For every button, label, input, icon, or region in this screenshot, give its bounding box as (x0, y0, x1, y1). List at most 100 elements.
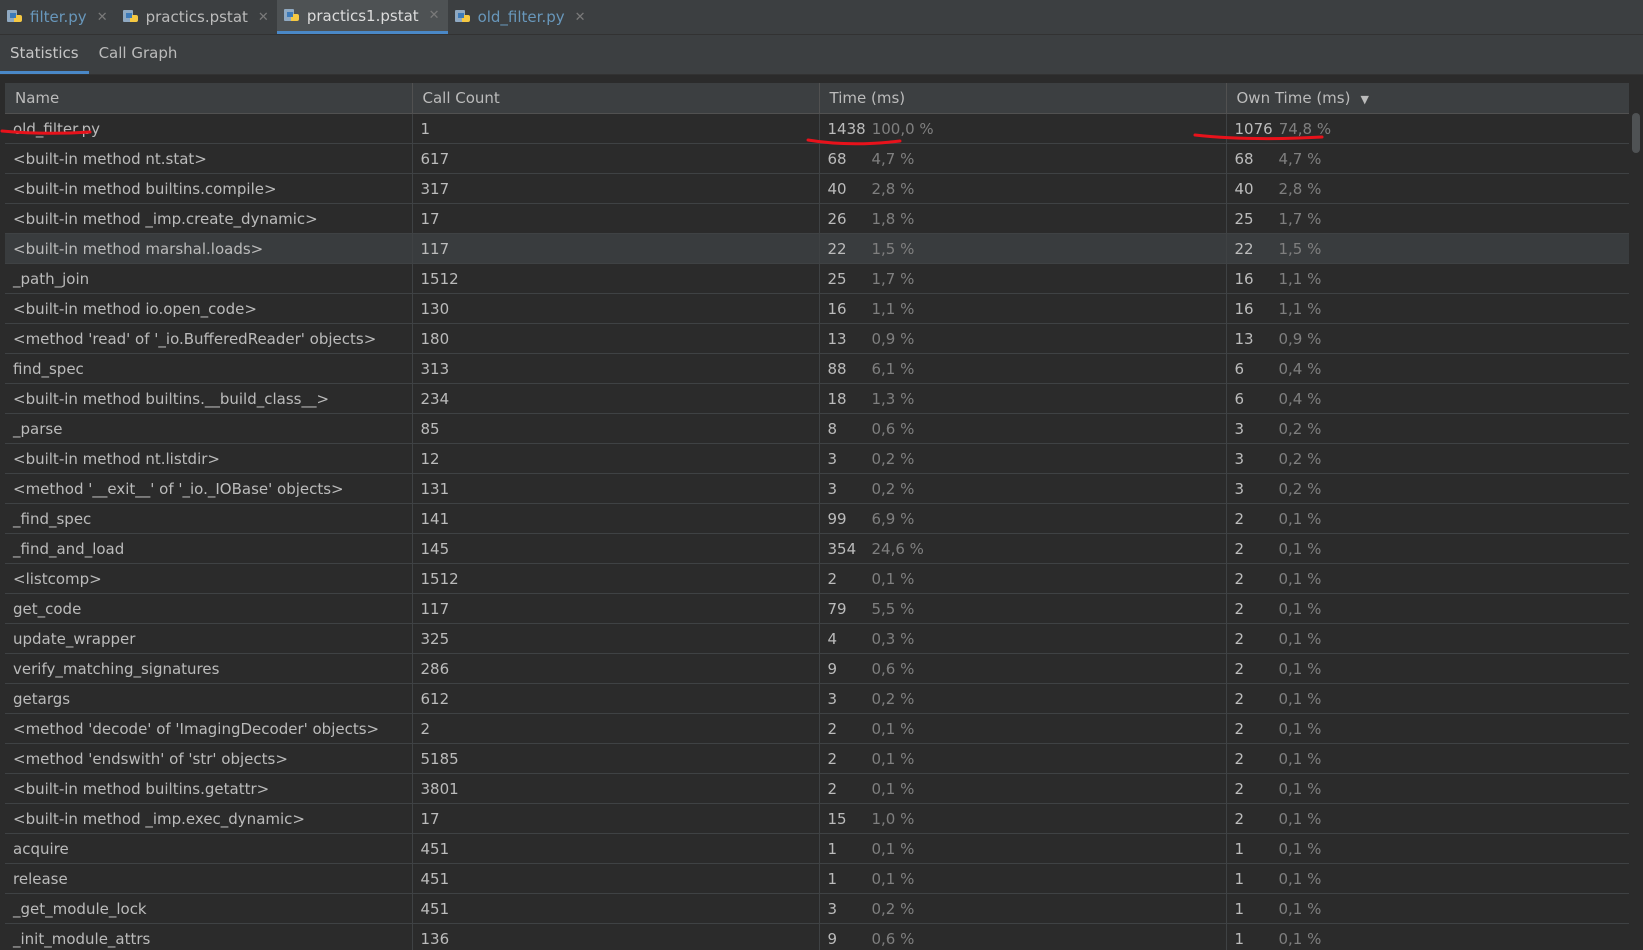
cell-time: 2 0,1 % (819, 743, 1227, 774)
own-time-value: 3 (1234, 449, 1245, 468)
cell-call-count: 234 (412, 383, 820, 414)
cell-call-count: 1512 (412, 263, 820, 294)
own-time-percent: 0,1 % (1278, 659, 1322, 678)
time-value: 3 (827, 479, 838, 498)
own-time-value: 2 (1234, 569, 1245, 588)
cell-name: _find_spec (5, 503, 413, 534)
cell-name: <method 'decode' of 'ImagingDecoder' obj… (5, 713, 413, 744)
table-row[interactable]: <built-in method nt.stat> 617 68 4,7 % 68 4,7… (5, 143, 1635, 174)
table-row[interactable]: <built-in method _imp.exec_dynamic> 17 15 1… (5, 803, 1635, 834)
table-row[interactable]: release 451 1 0,1 % 1 0,1 % (5, 863, 1635, 894)
close-icon[interactable]: ✕ (97, 10, 108, 25)
table-row[interactable]: <method 'endswith' of 'str' objects> 5185… (5, 743, 1635, 774)
cell-call-count: 5185 (412, 743, 820, 774)
tab-statistics[interactable]: Statistics (0, 35, 89, 74)
table-row[interactable]: <built-in method io.open_code> 130 16 1,1 %… (5, 293, 1635, 324)
column-header-call-count[interactable]: Call Count (412, 83, 820, 114)
time-percent: 1,5 % (871, 239, 915, 258)
own-time-value: 2 (1234, 779, 1245, 798)
close-icon[interactable]: ✕ (429, 8, 440, 23)
cell-own-time: 6 0,4 % (1226, 383, 1635, 414)
table-row[interactable]: <built-in method _imp.create_dynamic> 17 2… (5, 203, 1635, 234)
cell-call-count: 131 (412, 473, 820, 504)
table-row[interactable]: <listcomp> 1512 2 0,1 % 2 0,1 % (5, 563, 1635, 594)
table-row[interactable]: getargs 612 3 0,2 % 2 0,1 % (5, 683, 1635, 714)
cell-time: 13 0,9 % (819, 323, 1227, 354)
time-value: 2 (827, 779, 838, 798)
tab-label: old_filter.py (477, 8, 565, 26)
time-percent: 0,6 % (871, 659, 915, 678)
table-row[interactable]: verify_matching_signatures 286 9 0,6 % 2 0,1 … (5, 653, 1635, 684)
time-percent: 100,0 % (871, 119, 934, 138)
close-icon[interactable]: ✕ (258, 10, 269, 25)
cell-time: 1438 100,0 % (819, 113, 1227, 144)
cell-time: 3 0,2 % (819, 443, 1227, 474)
editor-tab-bar: filter.py ✕ practics.pstat ✕ practics1.pstat… (0, 0, 1643, 35)
table-row[interactable]: <built-in method builtins.compile> 317 40 2… (5, 173, 1635, 204)
table-row[interactable]: _init_module_attrs 136 9 0,6 % 1 0,1 % (5, 923, 1635, 950)
cell-call-count: 141 (412, 503, 820, 534)
own-time-percent: 0,2 % (1278, 449, 1322, 468)
time-value: 1438 (827, 119, 866, 138)
cell-time: 2 0,1 % (819, 713, 1227, 744)
table-row[interactable]: <method '__exit__' of '_io._IOBase' obje… (5, 473, 1635, 504)
table-row[interactable]: find_spec 313 88 6,1 % 6 0,4 % (5, 353, 1635, 384)
own-time-value: 16 (1234, 269, 1254, 288)
own-time-percent: 0,1 % (1278, 719, 1322, 738)
cell-call-count: 180 (412, 323, 820, 354)
column-header-name[interactable]: Name (5, 83, 413, 114)
tab-call-graph[interactable]: Call Graph (89, 35, 188, 74)
cell-name: <built-in method nt.listdir> (5, 443, 413, 474)
table-row[interactable]: _path_join 1512 25 1,7 % 16 1,1 % (5, 263, 1635, 294)
cell-call-count: 130 (412, 293, 820, 324)
table-row[interactable]: <method 'decode' of 'ImagingDecoder' obj… (5, 713, 1635, 744)
table-row[interactable]: _get_module_lock 451 3 0,2 % 1 0,1 % (5, 893, 1635, 924)
editor-tab-practics1-pstat[interactable]: practics1.pstat ✕ (276, 0, 448, 34)
own-time-value: 2 (1234, 509, 1245, 528)
cell-own-time: 68 4,7 % (1226, 143, 1635, 174)
table-row[interactable]: <method 'read' of '_io.BufferedReader' o… (5, 323, 1635, 354)
table-row[interactable]: _parse 85 8 0,6 % 3 0,2 % (5, 413, 1635, 444)
table-row[interactable]: <built-in method builtins.getattr> 3801 2 0… (5, 773, 1635, 804)
editor-tab-practics-pstat[interactable]: practics.pstat ✕ (116, 0, 277, 34)
table-row[interactable]: get_code 117 79 5,5 % 2 0,1 % (5, 593, 1635, 624)
time-percent: 0,2 % (871, 899, 915, 918)
scrollbar-thumb[interactable] (1632, 113, 1640, 153)
table-row[interactable]: _find_spec 141 99 6,9 % 2 0,1 % (5, 503, 1635, 534)
time-value: 2 (827, 719, 838, 738)
table-row[interactable]: _find_and_load 145 354 24,6 % 2 0,1 % (5, 533, 1635, 564)
own-time-value: 1 (1234, 899, 1245, 918)
time-value: 26 (827, 209, 847, 228)
close-icon[interactable]: ✕ (575, 10, 586, 25)
time-percent: 0,1 % (871, 749, 915, 768)
time-percent: 6,1 % (871, 359, 915, 378)
own-time-percent: 1,1 % (1278, 299, 1322, 318)
table-row[interactable]: <built-in method marshal.loads> 117 22 1,5 … (5, 233, 1635, 264)
table-row[interactable]: <built-in method nt.listdir> 12 3 0,2 % 3 0,2… (5, 443, 1635, 474)
own-time-value: 2 (1234, 749, 1245, 768)
cell-call-count: 451 (412, 833, 820, 864)
table-row[interactable]: <built-in method builtins.__build_class_… (5, 383, 1635, 414)
table-row[interactable]: acquire 451 1 0,1 % 1 0,1 % (5, 833, 1635, 864)
cell-time: 2 0,1 % (819, 563, 1227, 594)
vertical-scrollbar[interactable] (1629, 83, 1643, 950)
cell-call-count: 136 (412, 923, 820, 950)
time-percent: 1,7 % (871, 269, 915, 288)
own-time-value: 3 (1234, 479, 1245, 498)
cell-name: _get_module_lock (5, 893, 413, 924)
editor-tab-filter-py[interactable]: filter.py ✕ (0, 0, 116, 34)
column-header-time[interactable]: Time (ms) (819, 83, 1227, 114)
time-value: 3 (827, 449, 838, 468)
table-row[interactable]: old_filter.py 1 1438 100,0 % 1076 74,8 % (5, 113, 1635, 144)
editor-tab-old_filter-py[interactable]: old_filter.py ✕ (448, 0, 594, 34)
table-row[interactable]: update_wrapper 325 4 0,3 % 2 0,1 % (5, 623, 1635, 654)
column-header-own-time[interactable]: Own Time (ms) ▼ (1226, 83, 1635, 114)
cell-time: 4 0,3 % (819, 623, 1227, 654)
own-time-percent: 0,1 % (1278, 929, 1322, 948)
time-value: 8 (827, 419, 838, 438)
cell-own-time: 25 1,7 % (1226, 203, 1635, 234)
cell-time: 3 0,2 % (819, 683, 1227, 714)
own-time-percent: 0,1 % (1278, 569, 1322, 588)
cell-name: <built-in method marshal.loads> (5, 233, 413, 264)
cell-time: 9 0,6 % (819, 923, 1227, 950)
